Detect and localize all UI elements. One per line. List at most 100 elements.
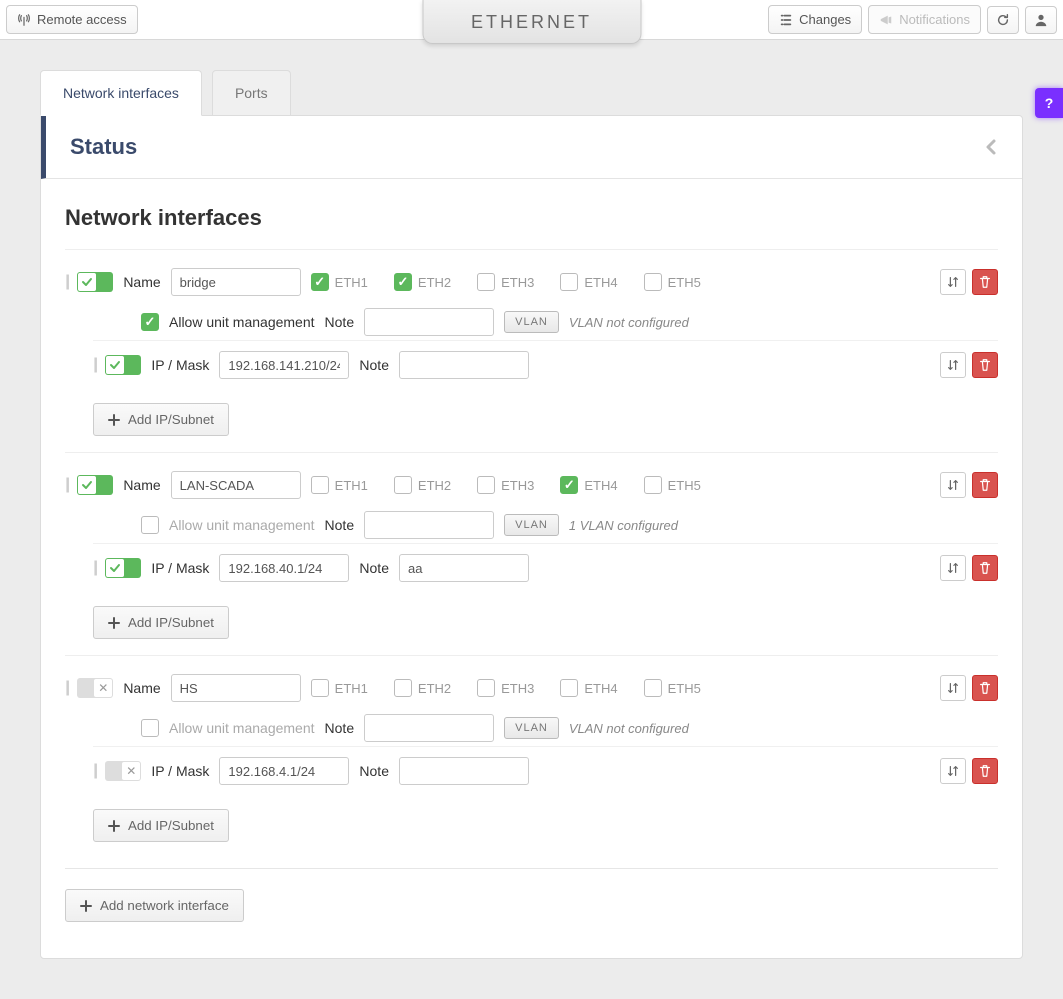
remote-access-label: Remote access [37, 12, 127, 27]
port-label: ETH5 [668, 478, 701, 493]
sort-button[interactable] [940, 758, 966, 784]
port-label: ETH4 [584, 478, 617, 493]
port-label: ETH4 [584, 681, 617, 696]
sort-icon [946, 358, 960, 372]
name-label: Name [123, 274, 160, 290]
sort-button[interactable] [940, 352, 966, 378]
interface-enable-toggle[interactable] [77, 475, 113, 495]
sort-button[interactable] [940, 675, 966, 701]
delete-interface-button[interactable] [972, 675, 998, 701]
user-button[interactable] [1025, 6, 1057, 34]
vlan-button[interactable]: VLAN [504, 717, 559, 739]
sort-button[interactable] [940, 269, 966, 295]
note-label: Note [325, 314, 355, 330]
port-label: ETH2 [418, 681, 451, 696]
port-eth3-checkbox[interactable] [477, 476, 495, 494]
port-eth2-checkbox[interactable] [394, 679, 412, 697]
port-eth5-checkbox[interactable] [644, 476, 662, 494]
interface-enable-toggle[interactable]: ✕ [77, 678, 113, 698]
page-title: ETHERNET [422, 0, 641, 44]
name-label: Name [123, 680, 160, 696]
sort-button[interactable] [940, 555, 966, 581]
port-eth5-checkbox[interactable] [644, 273, 662, 291]
tab-ports[interactable]: Ports [212, 70, 291, 116]
interface-note-input[interactable] [364, 714, 494, 742]
interface-note-input[interactable] [364, 308, 494, 336]
port-eth4-checkbox[interactable] [560, 476, 578, 494]
port-eth4-checkbox[interactable] [560, 679, 578, 697]
interface-enable-toggle[interactable] [77, 272, 113, 292]
add-ip-subnet-button[interactable]: Add IP/Subnet [93, 809, 229, 842]
interface-name-input[interactable] [171, 674, 301, 702]
trash-icon [978, 764, 992, 778]
help-tab[interactable]: ? [1035, 88, 1063, 118]
add-ip-subnet-button[interactable]: Add IP/Subnet [93, 606, 229, 639]
port-eth2-checkbox[interactable] [394, 476, 412, 494]
plus-icon [108, 617, 120, 629]
vlan-button[interactable]: VLAN [504, 311, 559, 333]
refresh-button[interactable] [987, 6, 1019, 34]
ip-enable-toggle[interactable] [105, 558, 141, 578]
ip-mask-input[interactable] [219, 351, 349, 379]
ip-note-input[interactable] [399, 554, 529, 582]
port-eth3-checkbox[interactable] [477, 679, 495, 697]
interface-name-input[interactable] [171, 471, 301, 499]
allow-mgmt-checkbox[interactable] [141, 313, 159, 331]
trash-icon [978, 681, 992, 695]
notifications-button[interactable]: Notifications [868, 5, 981, 34]
port-eth1-checkbox[interactable] [311, 679, 329, 697]
drag-handle-icon[interactable]: || [93, 762, 95, 780]
ip-row: || IP / Mask Note [93, 340, 998, 389]
interface-block: || Name ETH1ETH2ETH3ETH4ETH5 Allow unit … [65, 452, 998, 645]
delete-ip-button[interactable] [972, 352, 998, 378]
ip-mask-input[interactable] [219, 757, 349, 785]
allow-mgmt-label: Allow unit management [169, 517, 315, 533]
allow-mgmt-checkbox[interactable] [141, 719, 159, 737]
vlan-status: 1 VLAN configured [569, 518, 678, 533]
sort-icon [946, 561, 960, 575]
delete-interface-button[interactable] [972, 269, 998, 295]
delete-ip-button[interactable] [972, 555, 998, 581]
ip-note-input[interactable] [399, 351, 529, 379]
note-label: Note [325, 517, 355, 533]
drag-handle-icon[interactable]: || [65, 476, 67, 494]
ip-enable-toggle[interactable]: ✕ [105, 761, 141, 781]
ip-row: || ✕ IP / Mask Note [93, 746, 998, 795]
drag-handle-icon[interactable]: || [93, 559, 95, 577]
section-title: Network interfaces [65, 205, 998, 231]
refresh-icon [996, 13, 1010, 27]
changes-button[interactable]: Changes [768, 5, 862, 34]
interface-name-input[interactable] [171, 268, 301, 296]
port-eth2-checkbox[interactable] [394, 273, 412, 291]
port-eth4-checkbox[interactable] [560, 273, 578, 291]
plus-icon [108, 414, 120, 426]
collapse-icon[interactable] [984, 137, 998, 157]
tab-network-interfaces[interactable]: Network interfaces [40, 70, 202, 116]
drag-handle-icon[interactable]: || [65, 273, 67, 291]
add-ip-subnet-button[interactable]: Add IP/Subnet [93, 403, 229, 436]
port-eth5-checkbox[interactable] [644, 679, 662, 697]
allow-mgmt-checkbox[interactable] [141, 516, 159, 534]
trash-icon [978, 561, 992, 575]
ip-mask-input[interactable] [219, 554, 349, 582]
port-label: ETH5 [668, 275, 701, 290]
add-interface-label: Add network interface [100, 898, 229, 913]
port-eth3-checkbox[interactable] [477, 273, 495, 291]
drag-handle-icon[interactable]: || [93, 356, 95, 374]
delete-interface-button[interactable] [972, 472, 998, 498]
vlan-button[interactable]: VLAN [504, 514, 559, 536]
delete-ip-button[interactable] [972, 758, 998, 784]
add-ip-label: Add IP/Subnet [128, 818, 214, 833]
port-eth1-checkbox[interactable] [311, 273, 329, 291]
trash-icon [978, 478, 992, 492]
ip-enable-toggle[interactable] [105, 355, 141, 375]
interface-note-input[interactable] [364, 511, 494, 539]
add-network-interface-button[interactable]: Add network interface [65, 889, 244, 922]
interface-block: || Name ETH1ETH2ETH3ETH4ETH5 Allow unit … [65, 249, 998, 442]
port-label: ETH5 [668, 681, 701, 696]
ip-note-input[interactable] [399, 757, 529, 785]
drag-handle-icon[interactable]: || [65, 679, 67, 697]
remote-access-button[interactable]: Remote access [6, 5, 138, 34]
port-eth1-checkbox[interactable] [311, 476, 329, 494]
sort-button[interactable] [940, 472, 966, 498]
